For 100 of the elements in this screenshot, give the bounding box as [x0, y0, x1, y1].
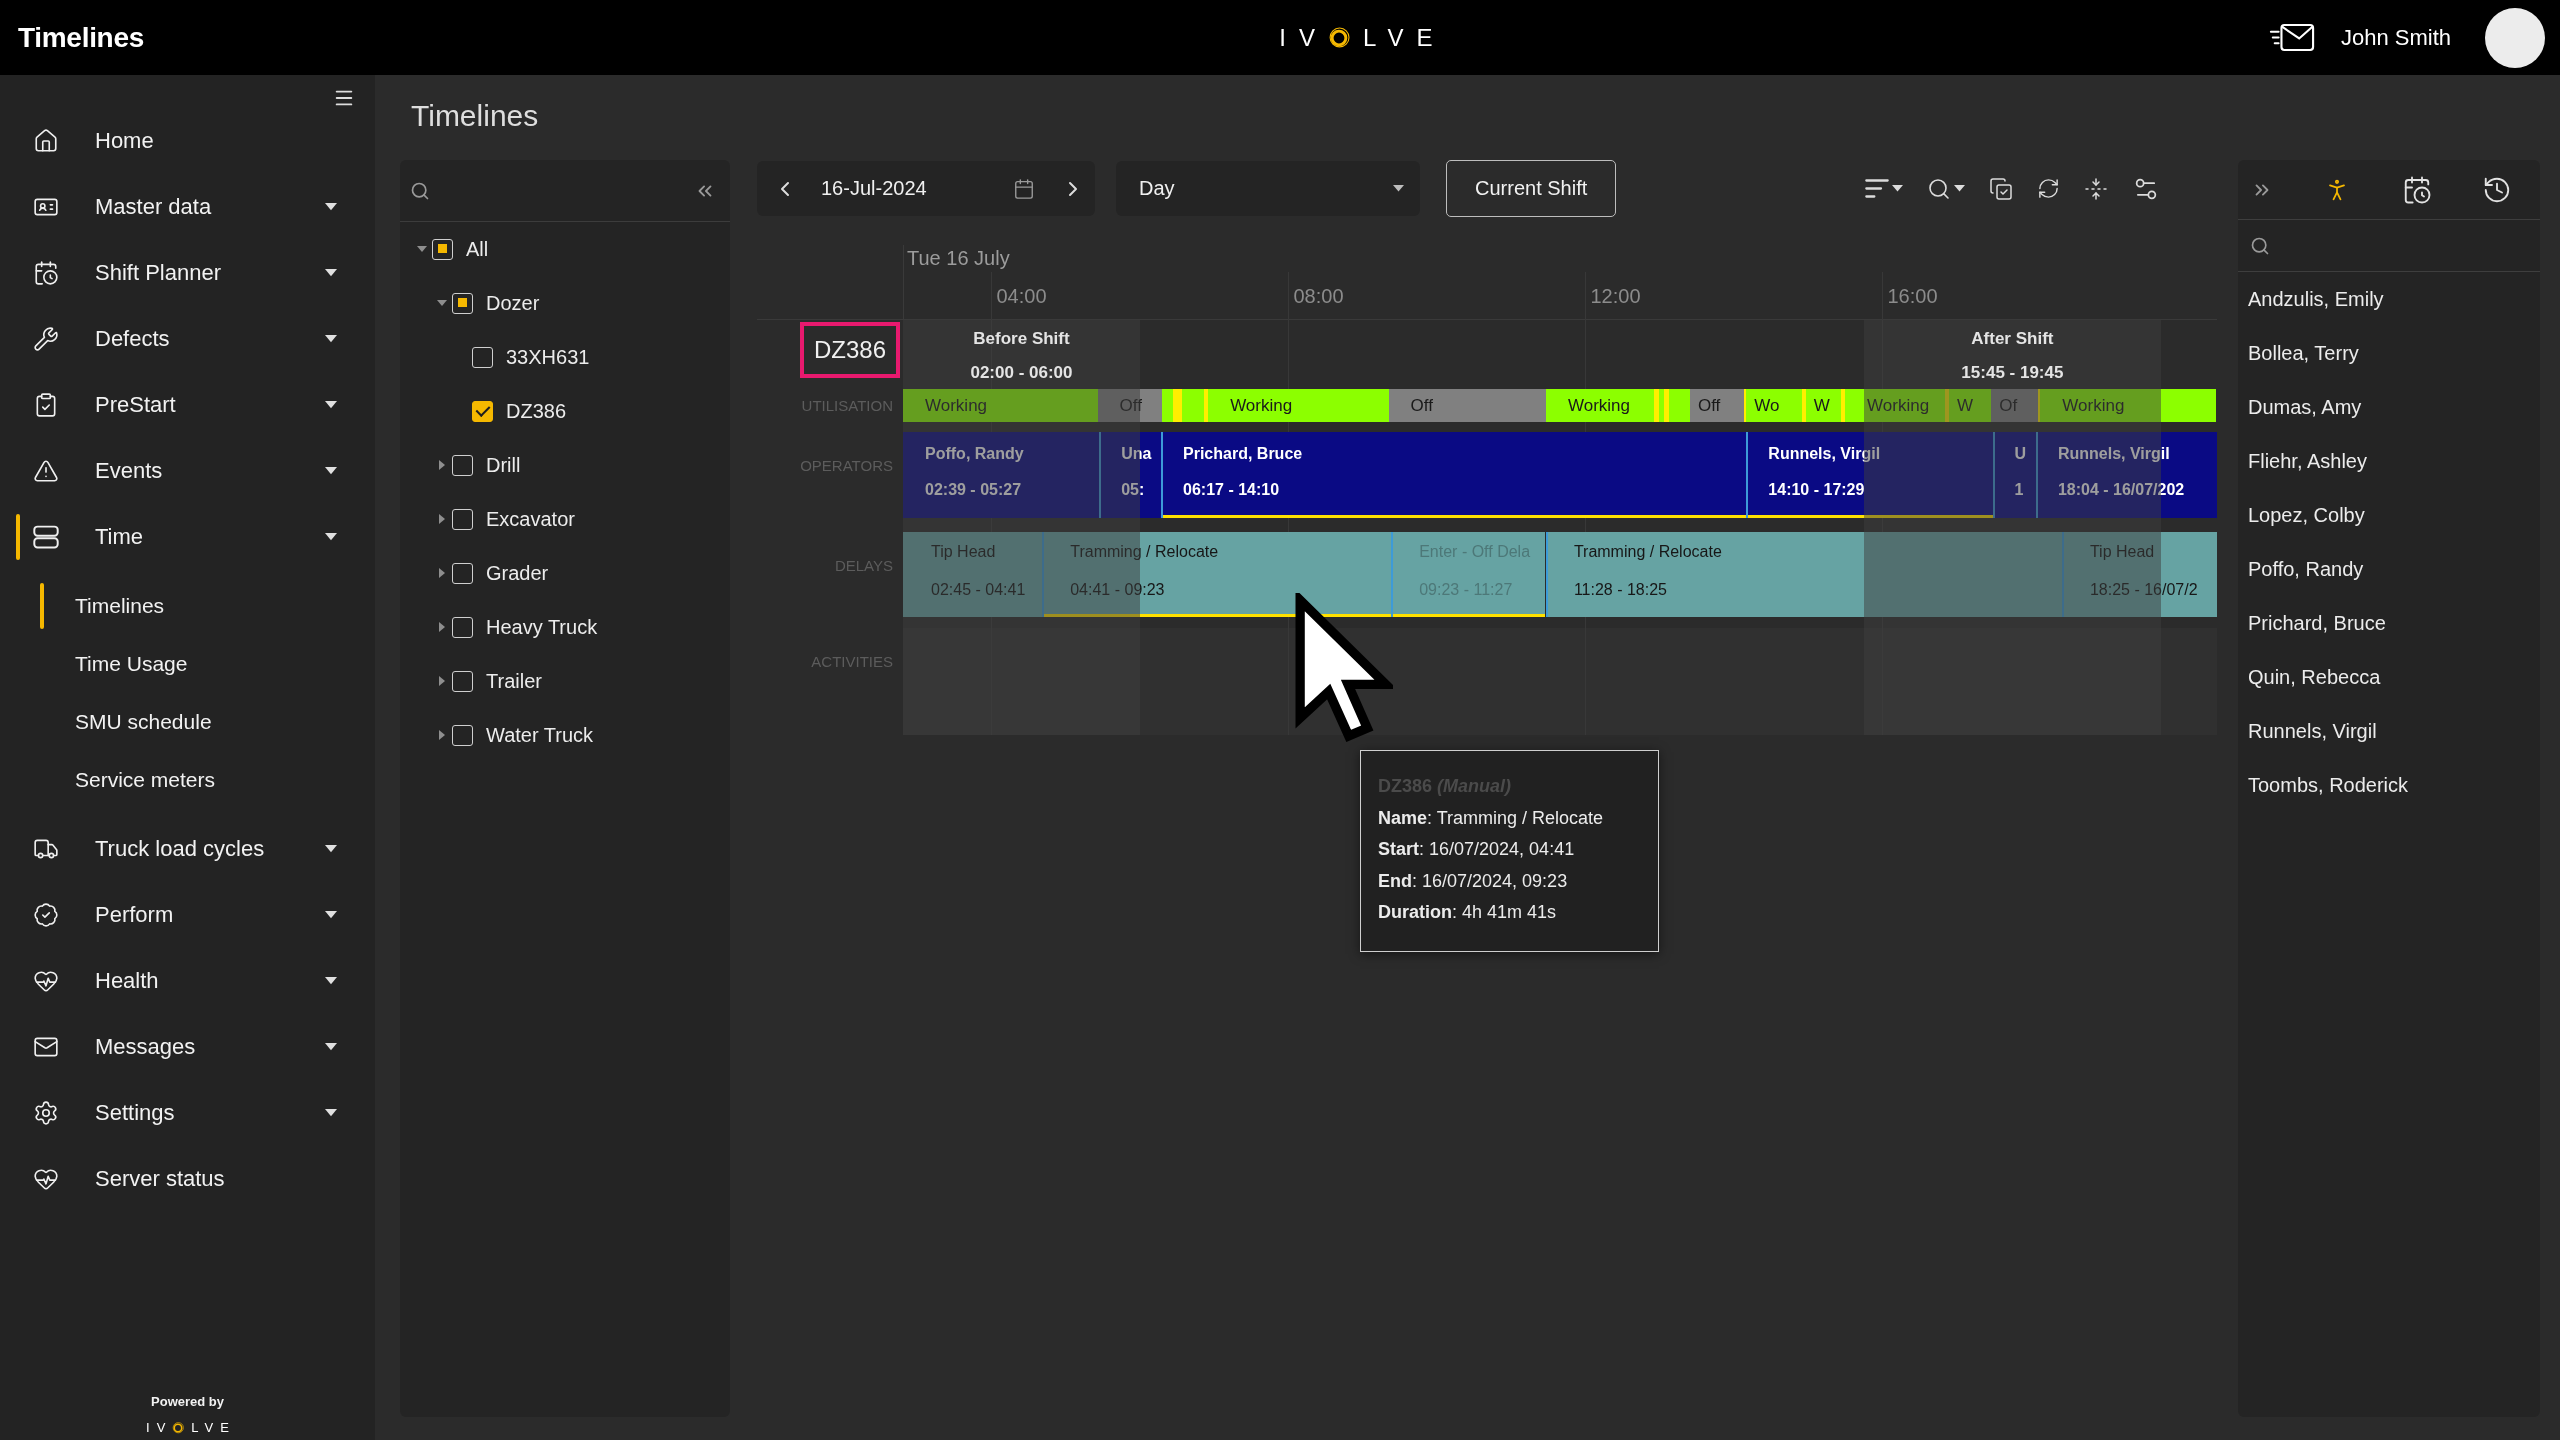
user-name[interactable]: John Smith [2340, 24, 2451, 51]
sidebar-item[interactable]: Health [0, 948, 375, 1014]
caret-down-icon[interactable] [325, 533, 337, 541]
utilisation-segment[interactable]: W [1949, 389, 1992, 422]
sidebar-item[interactable]: Truck load cycles [0, 816, 375, 882]
refresh-icon[interactable] [2037, 177, 2060, 200]
utilisation-segment[interactable]: W [1805, 389, 1842, 422]
caret-right-icon[interactable] [439, 514, 445, 524]
tree-item[interactable]: DZ386 [506, 399, 567, 423]
operator-item[interactable]: Dumas, Amy [2238, 380, 2540, 434]
delay-bar[interactable]: Tramming / Relocate 04:41 - 09:23 [1042, 532, 1392, 617]
sidebar-subitem[interactable]: SMU schedule [0, 693, 375, 751]
sidebar-item[interactable]: Server status [0, 1146, 375, 1212]
event-marker[interactable] [1653, 389, 1659, 422]
sidebar-item[interactable]: Master data [0, 174, 375, 240]
operator-item[interactable]: Runnels, Virgil [2238, 704, 2540, 758]
delay-bar[interactable]: Tramming / Relocate 11:28 - 18:25 [1545, 532, 2062, 617]
caret-down-icon[interactable] [325, 845, 337, 853]
caret-down-icon[interactable] [325, 335, 337, 343]
operator-bar[interactable]: Runnels, Virgil 14:10 - 17:29 [1746, 432, 1993, 518]
sidebar-item[interactable]: Time [0, 504, 375, 570]
sidebar-item[interactable]: Defects [0, 306, 375, 372]
utilisation-segment[interactable]: Working [1208, 389, 1389, 422]
utilisation-segment[interactable]: Working [1545, 389, 1654, 422]
sidebar-item[interactable]: Messages [0, 1014, 375, 1080]
tree-item[interactable]: 33XH631 [506, 345, 590, 369]
operator-bar[interactable]: U 1 [1992, 432, 2036, 518]
caret-right-icon[interactable] [439, 568, 445, 578]
utilisation-segment[interactable]: Off [1689, 389, 1745, 422]
caret-down-icon[interactable] [325, 269, 337, 277]
operator-item[interactable]: Lopez, Colby [2238, 488, 2540, 542]
caret-right-icon[interactable] [439, 622, 445, 632]
tree-item[interactable]: Trailer [486, 669, 542, 693]
tree-item[interactable]: Water Truck [486, 723, 594, 747]
caret-down-icon[interactable] [325, 203, 337, 211]
utilisation-segment[interactable]: Off [1388, 389, 1546, 422]
sidebar-item[interactable]: Perform [0, 882, 375, 948]
date-field[interactable]: 16-Jul-2024 [821, 177, 981, 200]
checkbox[interactable] [472, 400, 493, 422]
event-marker[interactable] [1945, 389, 1949, 422]
event-marker[interactable] [1664, 389, 1670, 422]
tree-item[interactable]: Excavator [486, 507, 575, 531]
event-marker[interactable] [1841, 389, 1846, 422]
caret-right-icon[interactable] [439, 460, 445, 470]
operator-bar[interactable]: Una 05: [1099, 432, 1161, 518]
caret-down-icon[interactable] [437, 300, 447, 306]
caret-down-icon[interactable] [325, 467, 337, 475]
checkbox[interactable] [452, 562, 473, 584]
utilisation-segment[interactable]: Wo [1746, 389, 1803, 422]
operator-bar[interactable]: Prichard, Bruce 06:17 - 14:10 [1161, 432, 1747, 518]
sidebar-subitem[interactable]: Time Usage [0, 635, 375, 693]
event-marker[interactable] [1802, 389, 1806, 422]
search-icon[interactable] [1927, 176, 1951, 201]
period-select[interactable]: Day [1116, 161, 1420, 216]
tree-item[interactable]: Heavy Truck [486, 615, 598, 639]
operator-item[interactable]: Poffo, Randy [2238, 542, 2540, 596]
collapse-rows-icon[interactable] [2084, 176, 2108, 201]
operator-item[interactable]: Quin, Rebecca [2238, 650, 2540, 704]
event-marker[interactable] [1744, 389, 1747, 422]
checkbox[interactable] [452, 670, 473, 692]
checkbox[interactable] [472, 346, 493, 368]
sidebar-item[interactable]: PreStart [0, 372, 375, 438]
calendar-icon[interactable] [1013, 177, 1035, 200]
utilisation-segment[interactable]: Working [903, 389, 1098, 422]
tree-item[interactable]: All [466, 237, 489, 261]
checkbox[interactable] [452, 724, 473, 746]
operator-item[interactable]: Andzulis, Emily [2238, 272, 2540, 326]
sidebar-item[interactable]: Settings [0, 1080, 375, 1146]
caret-down-icon[interactable] [1954, 185, 1965, 192]
sidebar-item[interactable]: Shift Planner [0, 240, 375, 306]
event-marker[interactable] [1204, 389, 1209, 422]
operator-item[interactable]: Prichard, Bruce [2238, 596, 2540, 650]
sidebar-item[interactable]: Home [0, 108, 375, 174]
utilisation-segment[interactable]: Working [1845, 389, 1946, 422]
sort-icon[interactable] [1865, 179, 1889, 198]
utilisation-segment[interactable]: Working [2040, 389, 2217, 422]
checkbox[interactable] [452, 292, 473, 314]
sidebar-subitem[interactable]: Service meters [0, 751, 375, 809]
caret-down-icon[interactable] [325, 977, 337, 985]
sidebar-subitem[interactable]: Timelines [0, 577, 375, 635]
current-shift-button[interactable]: Current Shift [1446, 160, 1617, 217]
caret-down-icon[interactable] [325, 1109, 337, 1117]
caret-right-icon[interactable] [439, 730, 445, 740]
checkbox[interactable] [452, 454, 473, 476]
event-marker[interactable] [1173, 389, 1183, 422]
caret-down-icon[interactable] [325, 401, 337, 409]
caret-down-icon[interactable] [325, 911, 337, 919]
tree-item[interactable]: Drill [486, 453, 521, 477]
caret-right-icon[interactable] [439, 676, 445, 686]
event-marker[interactable] [2038, 389, 2041, 422]
operator-item[interactable]: Fliehr, Ashley [2238, 434, 2540, 488]
operator-item[interactable]: Bollea, Terry [2238, 326, 2540, 380]
checkbox[interactable] [452, 616, 473, 638]
operator-item[interactable]: Toombs, Roderick [2238, 758, 2540, 812]
checkbox[interactable] [432, 238, 453, 260]
mail-icon[interactable] [2268, 23, 2315, 52]
caret-down-icon[interactable] [417, 246, 427, 252]
operator-bar[interactable]: Poffo, Randy 02:39 - 05:27 [903, 432, 1100, 518]
operator-bar[interactable]: Runnels, Virgil 18:04 - 16/07/202 [2035, 432, 2217, 518]
check-square-icon[interactable] [1989, 176, 2013, 201]
